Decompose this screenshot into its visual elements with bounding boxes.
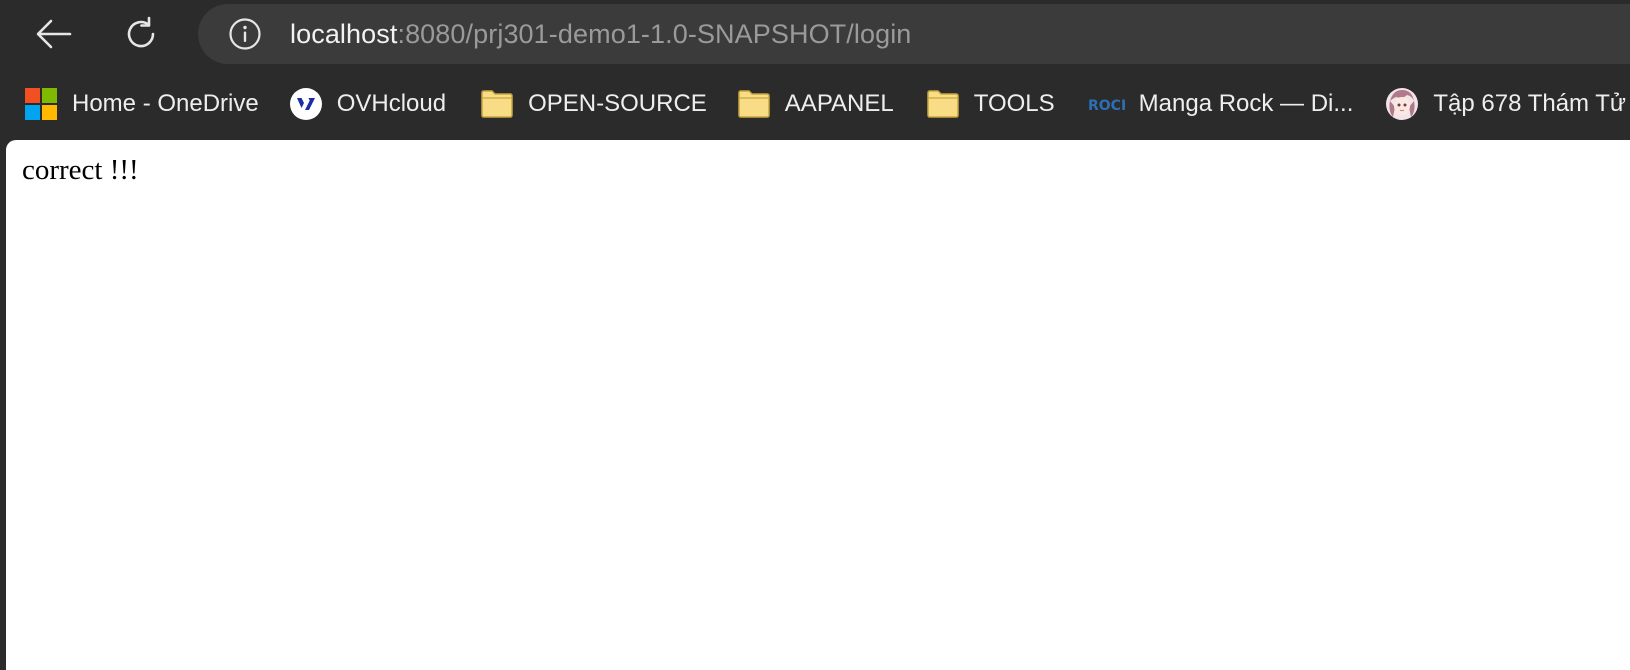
bookmark-ovhcloud[interactable]: OVHcloud bbox=[281, 84, 454, 124]
ovhcloud-logo-icon bbox=[289, 87, 323, 121]
bookmark-folder-aapanel[interactable]: AAPANEL bbox=[729, 84, 902, 124]
microsoft-logo-icon bbox=[24, 87, 58, 121]
bookmark-label: Manga Rock — Di... bbox=[1138, 90, 1354, 117]
back-button[interactable] bbox=[30, 10, 78, 58]
manga-rock-logo-text: ROCK bbox=[1088, 98, 1125, 114]
bookmark-label: OVHcloud bbox=[336, 90, 447, 117]
url-text: localhost:8080/prj301-demo1-1.0-SNAPSHOT… bbox=[290, 19, 911, 50]
browser-toolbar: localhost:8080/prj301-demo1-1.0-SNAPSHOT… bbox=[0, 0, 1630, 66]
browser-window: localhost:8080/prj301-demo1-1.0-SNAPSHOT… bbox=[0, 0, 1630, 670]
bookmarks-bar: Home - OneDrive OVHcloud OPEN-SOURCE AAP… bbox=[0, 80, 1630, 128]
folder-icon bbox=[480, 87, 514, 121]
reload-icon bbox=[127, 16, 155, 48]
reload-button[interactable] bbox=[117, 10, 165, 58]
anime-avatar-icon bbox=[1385, 87, 1419, 121]
site-info-button[interactable] bbox=[228, 17, 262, 51]
address-bar[interactable]: localhost:8080/prj301-demo1-1.0-SNAPSHOT… bbox=[198, 4, 1630, 64]
bookmark-label: OPEN-SOURCE bbox=[528, 90, 707, 117]
bookmark-label: AAPANEL bbox=[784, 90, 894, 117]
url-host: localhost bbox=[290, 18, 398, 49]
bookmark-episode-678[interactable]: Tập 678 Thám Tử bbox=[1377, 84, 1630, 124]
bookmark-label: TOOLS bbox=[973, 90, 1055, 117]
page-message: correct !!! bbox=[22, 154, 139, 186]
bookmark-manga-rock[interactable]: ROCK Manga Rock — Di... bbox=[1079, 84, 1362, 124]
folder-icon bbox=[926, 87, 960, 121]
bookmark-folder-tools[interactable]: TOOLS bbox=[918, 84, 1063, 124]
url-path: :8080/prj301-demo1-1.0-SNAPSHOT/login bbox=[397, 18, 912, 49]
bookmark-home-onedrive[interactable]: Home - OneDrive bbox=[0, 84, 267, 124]
folder-icon bbox=[737, 87, 771, 121]
bookmark-folder-open-source[interactable]: OPEN-SOURCE bbox=[472, 84, 715, 124]
bookmark-label: Home - OneDrive bbox=[72, 90, 259, 117]
arrow-left-icon bbox=[36, 19, 72, 49]
bookmark-label: Tập 678 Thám Tử bbox=[1433, 90, 1626, 117]
info-icon bbox=[229, 18, 261, 50]
manga-rock-logo-icon: ROCK bbox=[1087, 87, 1125, 121]
page-viewport: correct !!! bbox=[6, 140, 1630, 670]
